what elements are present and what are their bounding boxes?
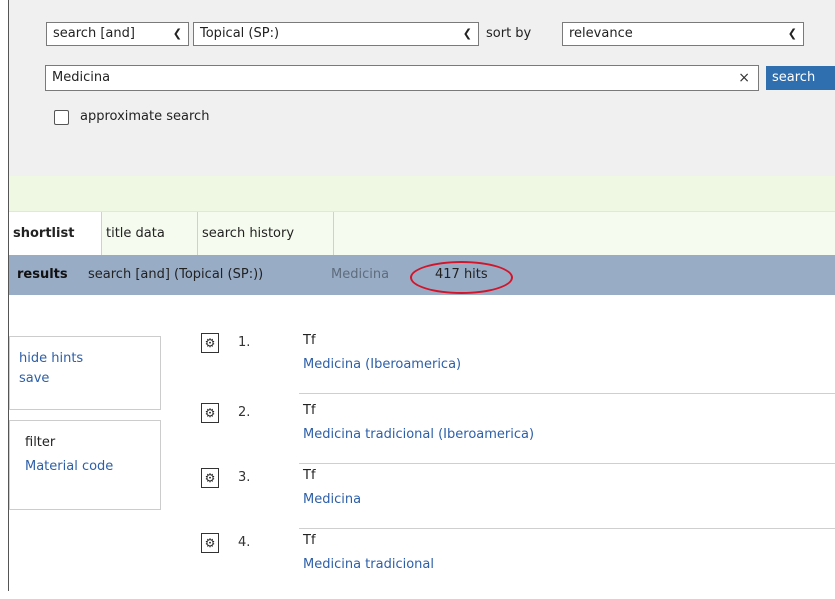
list-item: ⚙ 1. Tf Medicina (Iberoamerica): [195, 333, 835, 399]
sort-by-label: sort by: [486, 26, 532, 41]
operator-select[interactable]: search [and] ❮: [46, 22, 189, 46]
chevron-down-icon: ❮: [172, 27, 182, 40]
tab-shortlist[interactable]: shortlist: [9, 212, 102, 256]
operator-value: search [and]: [53, 26, 135, 41]
search-button[interactable]: search: [766, 66, 835, 90]
search-query: Medicina: [52, 70, 111, 85]
record-icon[interactable]: ⚙: [201, 403, 219, 423]
result-title[interactable]: Medicina tradicional (Iberoamerica): [303, 427, 534, 442]
record-icon[interactable]: ⚙: [201, 533, 219, 553]
index-value: Topical (SP:): [200, 26, 280, 41]
result-number: 1.: [238, 335, 251, 350]
search-input[interactable]: Medicina ×: [45, 65, 759, 91]
tab-title-data[interactable]: title data: [102, 212, 198, 256]
result-number: 2.: [238, 405, 251, 420]
chevron-down-icon: ❮: [462, 27, 472, 40]
sort-select[interactable]: relevance ❮: [562, 22, 804, 46]
list-item: ⚙ 3. Tf Medicina: [195, 468, 835, 534]
tab-search-history[interactable]: search history: [198, 212, 334, 256]
result-title[interactable]: Medicina: [303, 492, 361, 507]
chevron-down-icon: ❮: [787, 27, 797, 40]
filter-label: filter: [25, 435, 56, 450]
approximate-search-label: approximate search: [80, 109, 210, 124]
material-code-filter[interactable]: Material code: [25, 457, 160, 477]
results-label: results: [17, 267, 68, 282]
view-tabs: shortlist title data search history: [9, 211, 835, 256]
results-term: Medicina: [331, 267, 390, 282]
result-type: Tf: [303, 468, 316, 483]
result-type: Tf: [303, 403, 316, 418]
result-number: 4.: [238, 535, 251, 550]
hide-hints-link[interactable]: hide hints: [19, 349, 160, 369]
result-type: Tf: [303, 333, 316, 348]
divider: [299, 463, 835, 464]
approximate-search-checkbox[interactable]: [54, 110, 69, 125]
result-number: 3.: [238, 470, 251, 485]
record-icon[interactable]: ⚙: [201, 333, 219, 353]
divider: [299, 528, 835, 529]
filter-box: filter Material code: [9, 420, 161, 510]
divider: [299, 393, 835, 394]
save-link[interactable]: save: [19, 369, 160, 389]
list-item: ⚙ 4. Tf Medicina tradicional: [195, 533, 835, 599]
index-select[interactable]: Topical (SP:) ❮: [193, 22, 479, 46]
result-type: Tf: [303, 533, 316, 548]
record-icon[interactable]: ⚙: [201, 468, 219, 488]
notice-band: [9, 176, 835, 211]
result-title[interactable]: Medicina tradicional: [303, 557, 434, 572]
hits-highlight-ring: [410, 261, 513, 294]
result-title[interactable]: Medicina (Iberoamerica): [303, 357, 461, 372]
results-query: search [and] (Topical (SP:)): [88, 267, 264, 282]
sort-value: relevance: [569, 26, 633, 41]
clear-icon[interactable]: ×: [738, 66, 750, 90]
list-item: ⚙ 2. Tf Medicina tradicional (Iberoameri…: [195, 403, 835, 469]
hints-box: hide hints save: [9, 336, 161, 410]
